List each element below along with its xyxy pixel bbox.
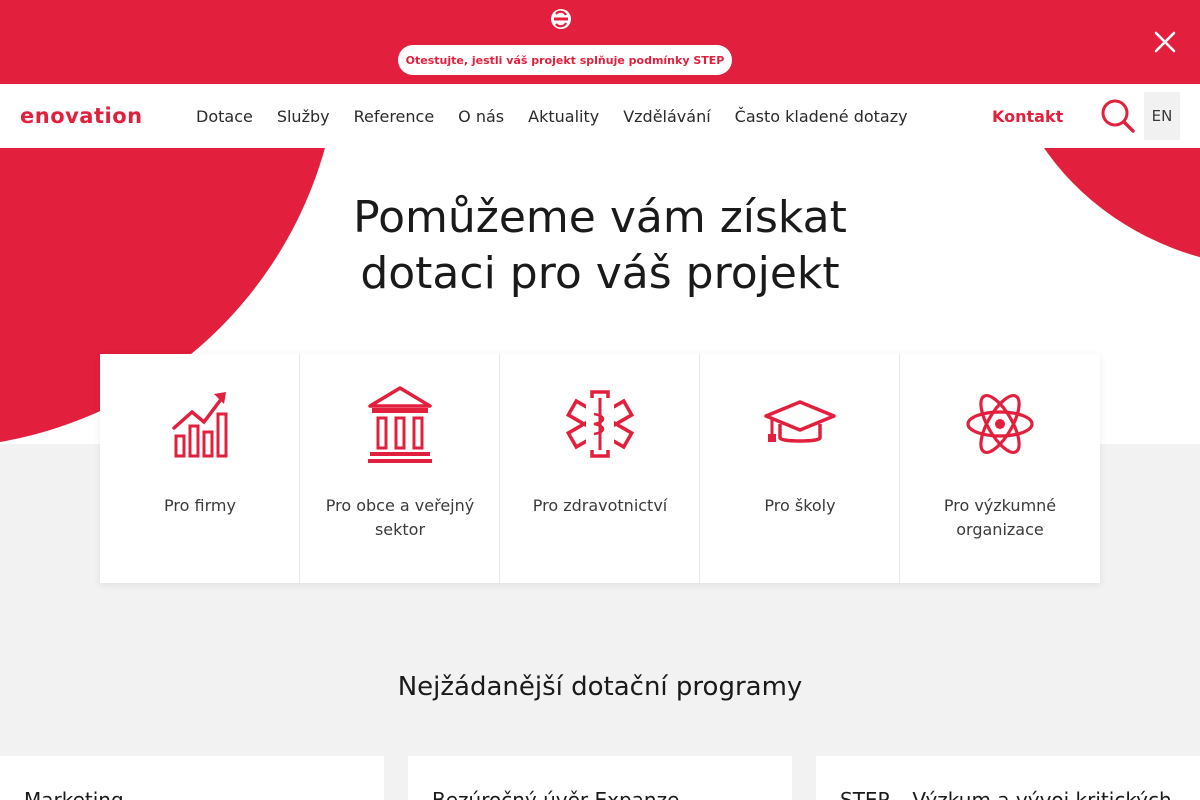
- hero-decor-right: [1000, 148, 1200, 268]
- category-card-zdravotnictvi[interactable]: Pro zdravotnictví: [500, 354, 700, 583]
- medical-star-icon: [565, 390, 635, 458]
- category-label: Pro školy: [764, 496, 836, 515]
- category-label: Pro firmy: [164, 496, 236, 515]
- nav-item-reference[interactable]: Reference: [354, 107, 435, 126]
- enovation-mark-icon: [551, 9, 571, 29]
- growth-chart-icon: [172, 392, 228, 458]
- nav-item-vzdelavani[interactable]: Vzdělávání: [623, 107, 710, 126]
- category-card-firmy[interactable]: Pro firmy: [100, 354, 300, 583]
- enovation-logo[interactable]: enovation: [20, 104, 142, 128]
- category-label: Pro výzkumné organizace: [943, 496, 1057, 539]
- main-nav: Dotace Služby Reference O nás Aktuality …: [196, 84, 908, 148]
- nav-item-sluzby[interactable]: Služby: [277, 107, 330, 126]
- site-header: enovation Dotace Služby Reference O nás …: [0, 84, 1200, 148]
- category-label: Pro zdravotnictví: [532, 496, 668, 515]
- nav-item-aktuality[interactable]: Aktuality: [528, 107, 599, 126]
- programs-heading: Nejžádanější dotační programy: [397, 672, 803, 702]
- atom-icon: [966, 394, 1034, 454]
- category-card-skoly[interactable]: Pro školy: [700, 354, 900, 583]
- public-building-icon: [368, 386, 432, 463]
- language-switch[interactable]: EN: [1144, 92, 1180, 140]
- close-icon[interactable]: [1152, 29, 1178, 55]
- category-card-vyzkum[interactable]: Pro výzkumné organizace: [900, 354, 1100, 583]
- program-title: STEP – Výzkum a vývoj kritických: [840, 788, 1172, 800]
- program-card-marketing[interactable]: Marketing: [0, 756, 384, 800]
- nav-item-dotace[interactable]: Dotace: [196, 107, 253, 126]
- search-icon[interactable]: [1099, 97, 1137, 135]
- step-test-button[interactable]: Otestujte, jestli váš projekt splňuje po…: [398, 45, 732, 75]
- contact-link[interactable]: Kontakt: [992, 84, 1063, 148]
- graduation-cap-icon: [764, 400, 836, 443]
- program-card-step[interactable]: STEP – Výzkum a vývoj kritických: [816, 756, 1200, 800]
- promo-banner: Otestujte, jestli váš projekt splňuje po…: [0, 0, 1200, 84]
- nav-item-faq[interactable]: Často kladené dotazy: [735, 107, 908, 126]
- nav-item-o-nas[interactable]: O nás: [458, 107, 504, 126]
- program-title: Bezúročný úvěr Expanze: [432, 788, 680, 800]
- hero-title: Pomůžeme vám získat dotaci pro váš proje…: [353, 192, 847, 299]
- category-cards: Pro firmy Pro obce a veřejný sektor Pro …: [100, 354, 1100, 583]
- program-title: Marketing: [24, 788, 124, 800]
- category-label: Pro obce a veřejný sektor: [325, 496, 475, 539]
- svg-text:enovation: enovation: [20, 104, 142, 128]
- program-card-expanze[interactable]: Bezúročný úvěr Expanze: [408, 756, 792, 800]
- category-card-obce[interactable]: Pro obce a veřejný sektor: [300, 354, 500, 583]
